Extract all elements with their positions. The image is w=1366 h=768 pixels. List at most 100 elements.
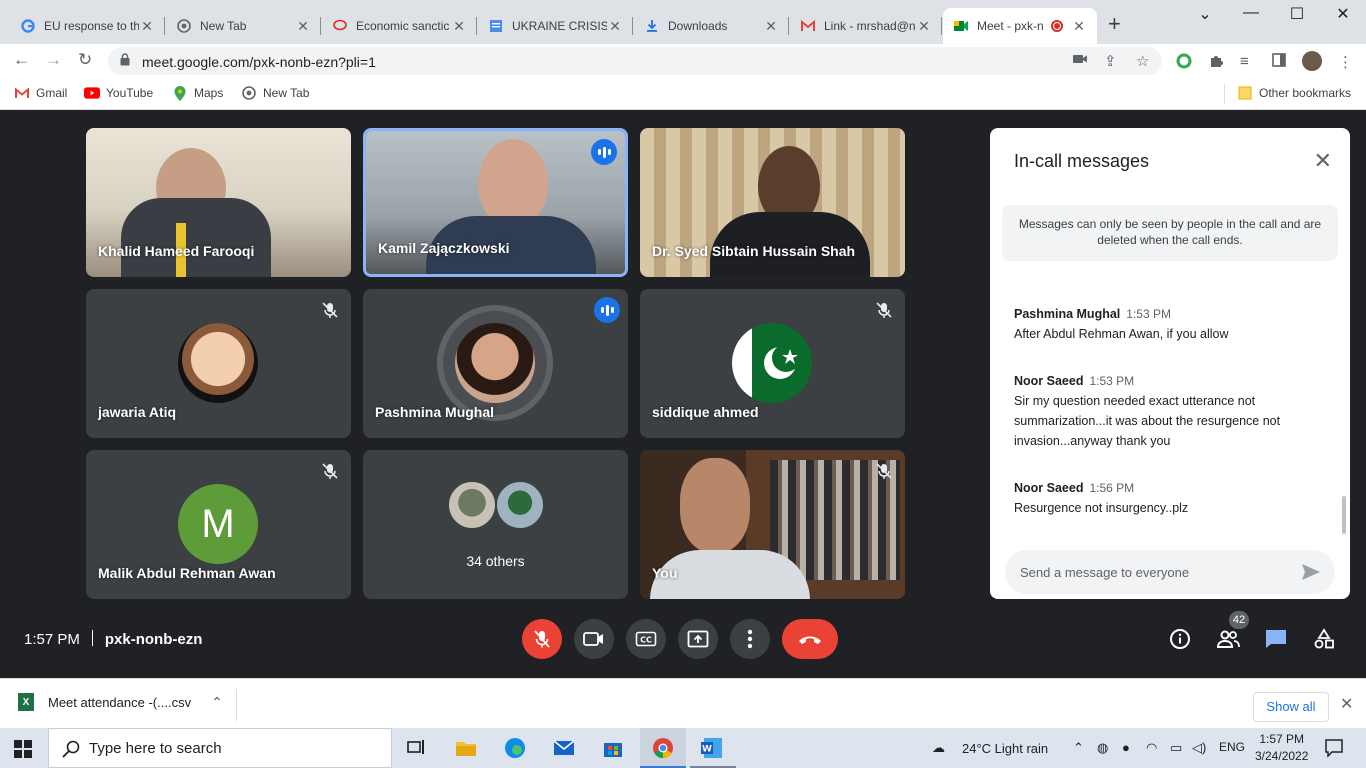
tab-search-icon[interactable]: ⌄: [1182, 4, 1228, 24]
participant-tile[interactable]: Khalid Hameed Farooqi: [86, 128, 351, 277]
info-icon[interactable]: [1168, 627, 1192, 651]
clock-time: 1:57 PM: [1259, 732, 1305, 746]
tab-close-icon[interactable]: ✕: [295, 18, 311, 35]
tab-close-icon[interactable]: ✕: [916, 18, 932, 35]
mic-toggle-button[interactable]: [522, 619, 562, 659]
language-indicator[interactable]: ENG: [1219, 740, 1245, 754]
tab-new-tab[interactable]: New Tab ✕: [166, 8, 321, 44]
microphone-icon[interactable]: ●: [1122, 740, 1130, 755]
bookmark-youtube[interactable]: YouTube: [84, 86, 153, 100]
media-icon[interactable]: ≡: [1240, 53, 1249, 70]
chat-scrollbar[interactable]: [1342, 496, 1346, 534]
mic-off-icon: [876, 463, 892, 479]
browser-toolbar: ← → ↻ meet.google.com/pxk-nonb-ezn?pli=1…: [0, 44, 1366, 78]
bookmark-star-icon[interactable]: ☆: [1136, 52, 1149, 70]
chevron-up-icon[interactable]: ⌃: [211, 694, 223, 711]
tab-downloads[interactable]: Downloads ✕: [634, 8, 789, 44]
reload-icon[interactable]: ↻: [78, 50, 92, 70]
captions-button[interactable]: CC: [626, 619, 666, 659]
participant-tile[interactable]: siddique ahmed: [640, 289, 905, 438]
people-icon[interactable]: [1216, 627, 1240, 651]
close-icon[interactable]: ✕: [1314, 148, 1332, 174]
folder-icon: [1237, 86, 1253, 100]
sidepanel-icon[interactable]: [1272, 53, 1286, 71]
share-icon[interactable]: ⇪: [1104, 52, 1117, 70]
forward-icon[interactable]: →: [45, 50, 62, 70]
menu-dots-icon[interactable]: ⋮: [1338, 53, 1353, 71]
weather-text[interactable]: 24°C Light rain: [962, 741, 1048, 756]
word-icon[interactable]: W: [700, 736, 724, 760]
leave-call-button[interactable]: [782, 619, 838, 659]
other-bookmarks[interactable]: Other bookmarks: [1237, 86, 1351, 100]
weather-icon[interactable]: ☁: [932, 740, 945, 756]
download-icon: [644, 18, 660, 34]
minimize-button[interactable]: —: [1228, 4, 1274, 22]
wifi-icon[interactable]: ◠: [1146, 740, 1157, 756]
battery-icon[interactable]: ▭: [1170, 740, 1182, 756]
more-options-button[interactable]: [730, 619, 770, 659]
puzzle-icon[interactable]: [1208, 53, 1224, 73]
volume-icon[interactable]: ◁): [1192, 740, 1206, 756]
participant-tile[interactable]: Pashmina Mughal: [363, 289, 628, 438]
mail-icon[interactable]: [552, 736, 576, 760]
chat-icon[interactable]: [1264, 627, 1288, 651]
chat-input-placeholder: Send a message to everyone: [1020, 565, 1190, 580]
tab-meet[interactable]: Meet - pxk-n ✕: [943, 8, 1097, 44]
tab-close-icon[interactable]: ✕: [607, 18, 623, 35]
activities-icon[interactable]: [1312, 627, 1336, 651]
present-button[interactable]: [678, 619, 718, 659]
tab-close-icon[interactable]: ✕: [1071, 18, 1087, 35]
bookmark-label: New Tab: [263, 86, 310, 100]
new-tab-button[interactable]: +: [1108, 13, 1121, 35]
send-icon[interactable]: [1301, 563, 1321, 581]
participant-tile[interactable]: Kamil Zajączkowski: [363, 128, 628, 277]
participant-name: You: [652, 565, 678, 581]
back-icon[interactable]: ←: [13, 50, 30, 70]
chat-input[interactable]: Send a message to everyone: [1005, 550, 1335, 594]
close-icon[interactable]: ✕: [1340, 694, 1353, 714]
tab-link-mail[interactable]: Link - mrshad@n ✕: [790, 8, 942, 44]
maximize-button[interactable]: ☐: [1274, 4, 1320, 24]
camera-icon[interactable]: [1072, 52, 1088, 69]
hang-up-icon: [799, 636, 821, 644]
tab-economic-sanctions[interactable]: Economic sanctic ✕: [322, 8, 477, 44]
tab-eu-response[interactable]: EU response to th ✕: [10, 8, 165, 44]
store-icon[interactable]: [601, 736, 625, 760]
edge-icon[interactable]: [503, 736, 527, 760]
participant-tile[interactable]: Dr. Syed Sibtain Hussain Shah: [640, 128, 905, 277]
chat-message: Noor Saeed 1:53 PM Sir my question needed…: [1014, 371, 1324, 451]
taskbar-clock[interactable]: 1:57 PM 3/24/2022: [1255, 731, 1308, 765]
search-placeholder: Type here to search: [89, 740, 222, 757]
camera-toggle-button[interactable]: [574, 619, 614, 659]
network-status-icon[interactable]: ◍: [1097, 740, 1108, 756]
tab-close-icon[interactable]: ✕: [763, 18, 779, 35]
bookmark-gmail[interactable]: Gmail: [14, 86, 67, 100]
profile-avatar[interactable]: [1302, 51, 1322, 71]
task-view-icon[interactable]: [404, 736, 428, 760]
close-window-button[interactable]: ✕: [1320, 4, 1366, 24]
taskbar-search-input[interactable]: Type here to search: [48, 728, 392, 768]
show-all-button[interactable]: Show all: [1253, 692, 1329, 722]
tab-close-icon[interactable]: ✕: [139, 18, 155, 35]
file-explorer-icon[interactable]: [454, 736, 478, 760]
tab-strip: EU response to th ✕ New Tab ✕ Economic s…: [0, 0, 1366, 44]
avatar: [495, 480, 545, 530]
participant-tile[interactable]: M Malik Abdul Rehman Awan: [86, 450, 351, 599]
message-sender: Pashmina Mughal: [1014, 307, 1121, 321]
bookmark-maps[interactable]: Maps: [172, 85, 223, 101]
tab-title: Meet - pxk-n: [977, 19, 1044, 33]
bookmark-new-tab[interactable]: New Tab: [241, 86, 309, 100]
participant-name: Kamil Zajączkowski: [378, 240, 510, 256]
download-item[interactable]: X Meet attendance -(....csv ⌃: [18, 693, 223, 711]
address-bar[interactable]: meet.google.com/pxk-nonb-ezn?pli=1 ⇪ ☆: [108, 47, 1162, 75]
notifications-icon[interactable]: [1324, 738, 1344, 758]
tab-ukraine-crisis[interactable]: UKRAINE CRISIS ✕: [478, 8, 633, 44]
windows-start-icon[interactable]: [14, 740, 32, 758]
self-tile[interactable]: You: [640, 450, 905, 599]
participant-tile[interactable]: jawaria Atiq: [86, 289, 351, 438]
chevron-up-icon[interactable]: ⌃: [1073, 740, 1084, 756]
chrome-taskbar-icon[interactable]: [651, 736, 675, 760]
tab-close-icon[interactable]: ✕: [451, 18, 467, 35]
others-tile[interactable]: 34 others: [363, 450, 628, 599]
extension-icon[interactable]: [1176, 53, 1192, 73]
